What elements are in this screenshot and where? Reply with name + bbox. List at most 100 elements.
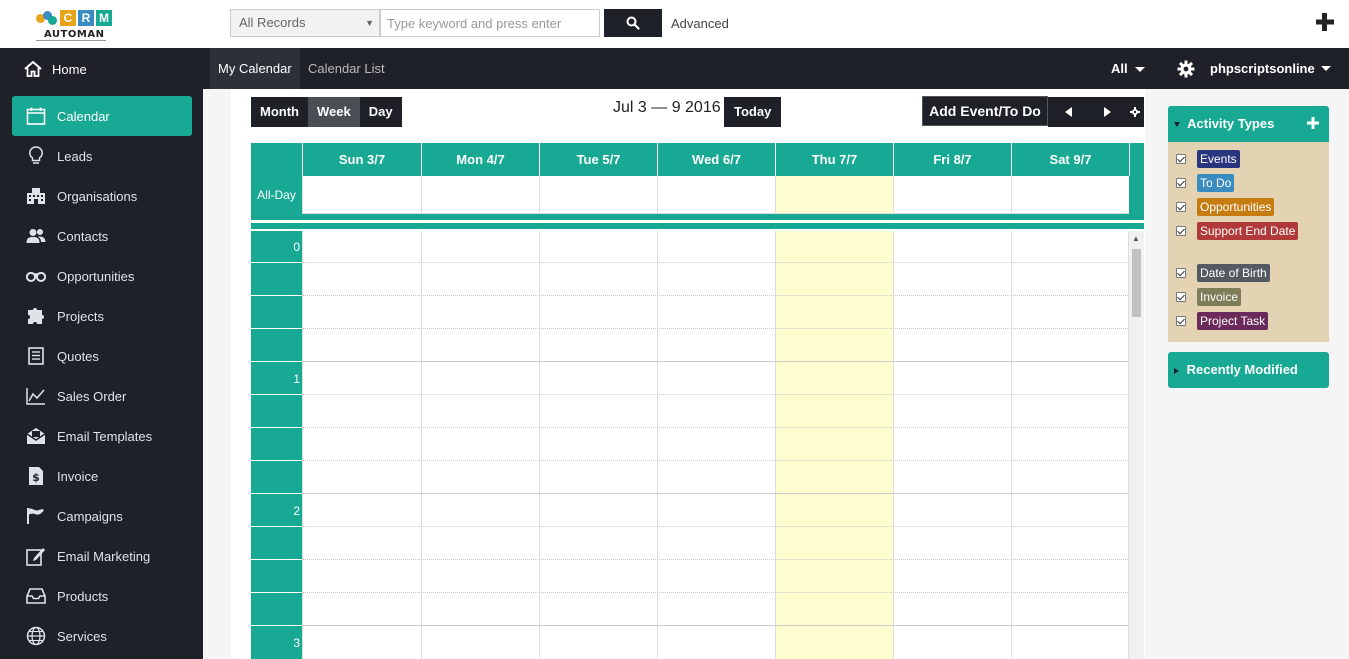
- checkbox-checked-icon[interactable]: [1176, 178, 1186, 188]
- user-menu[interactable]: phpscriptsonline: [1177, 48, 1331, 89]
- activity-type-label: Project Task: [1197, 312, 1269, 330]
- sidebar-item-sales-order[interactable]: Sales Order: [12, 376, 192, 416]
- activity-type-label: Date of Birth: [1197, 264, 1270, 282]
- day-header-sat: Sat 9/7: [1011, 143, 1129, 176]
- prev-week-button[interactable]: [1048, 97, 1088, 127]
- gutter-line: [251, 328, 302, 329]
- grid-scrollbar[interactable]: ▲: [1129, 231, 1144, 659]
- activity-type-support-end-date[interactable]: Support End Date: [1176, 222, 1299, 240]
- sidebar-item-home[interactable]: Home: [0, 48, 203, 90]
- gutter-line: [251, 394, 302, 395]
- chart-line-icon: [26, 386, 46, 406]
- building-icon: [26, 186, 46, 206]
- activity-type-label: Support End Date: [1197, 222, 1299, 240]
- day-header-mon: Mon 4/7: [421, 143, 539, 176]
- gear-icon: [1130, 107, 1140, 117]
- sidebar-item-services[interactable]: Services: [12, 616, 192, 656]
- all-day-label: All-Day: [251, 176, 302, 214]
- gutter-line: [251, 625, 302, 626]
- slot-line: [302, 526, 1128, 527]
- gutter-line: [251, 559, 302, 560]
- sidebar-item-email-templates[interactable]: Email Templates: [12, 416, 192, 456]
- sidebar-item-email-marketing[interactable]: Email Marketing: [12, 536, 192, 576]
- hour-label-2: 2: [293, 504, 300, 518]
- checkbox-checked-icon[interactable]: [1176, 292, 1186, 302]
- sidebar-item-calendar[interactable]: Calendar: [12, 96, 192, 136]
- calendar-icon: [26, 106, 46, 126]
- app-logo[interactable]: C R M AUTOMAN: [36, 9, 114, 43]
- sidebar-item-opportunities[interactable]: Opportunities: [12, 256, 192, 296]
- filter-all-dropdown[interactable]: All: [1111, 48, 1146, 89]
- activity-type-project-task[interactable]: Project Task: [1176, 312, 1269, 330]
- checkbox-checked-icon[interactable]: [1176, 202, 1186, 212]
- sidebar-item-campaigns[interactable]: Campaigns: [12, 496, 192, 536]
- sidebar-item-leads[interactable]: Leads: [12, 136, 192, 176]
- sidebar-item-invoice[interactable]: $ Invoice: [12, 456, 192, 496]
- activity-type-label: Opportunities: [1197, 198, 1275, 216]
- gutter-line: [251, 427, 302, 428]
- slot-line: [302, 262, 1128, 263]
- sidebar-item-products[interactable]: Products: [12, 576, 192, 616]
- all-day-cell[interactable]: [893, 176, 1011, 214]
- svg-text:$: $: [32, 471, 40, 484]
- sidebar-item-organisations[interactable]: Organisations: [12, 176, 192, 216]
- document-icon: [26, 346, 46, 366]
- sidebar-item-projects[interactable]: Projects: [12, 296, 192, 336]
- view-week-button[interactable]: Week: [307, 97, 360, 127]
- all-day-cell[interactable]: [1011, 176, 1129, 214]
- add-activity-type-icon[interactable]: [1307, 117, 1319, 129]
- gutter-line: [251, 361, 302, 362]
- next-week-button[interactable]: [1088, 97, 1128, 127]
- scroll-thumb[interactable]: [1132, 249, 1141, 317]
- sidebar-item-label: Email Templates: [57, 428, 153, 444]
- sidebar-item-label: Services: [57, 628, 107, 644]
- flag-icon: [26, 506, 46, 526]
- all-day-cell-today[interactable]: [775, 176, 893, 214]
- inbox-icon: [26, 586, 46, 606]
- sidebar-item-label: Projects: [57, 308, 104, 324]
- day-header-spacer: [1129, 143, 1144, 176]
- calendar-settings-button[interactable]: [1126, 97, 1144, 127]
- sidebar-item-label: Products: [57, 588, 109, 604]
- sidebar-item-label: Organisations: [57, 188, 138, 204]
- search-scope-select[interactable]: All Records ▼: [230, 9, 380, 37]
- all-day-cell[interactable]: [539, 176, 657, 214]
- activity-type-date-of-birth[interactable]: Date of Birth: [1176, 264, 1270, 282]
- checkbox-checked-icon[interactable]: [1176, 154, 1186, 164]
- activity-type-opportunities[interactable]: Opportunities: [1176, 198, 1275, 216]
- quick-create-button[interactable]: [1314, 11, 1336, 33]
- checkbox-checked-icon[interactable]: [1176, 316, 1186, 326]
- sidebar-item-contacts[interactable]: Contacts: [12, 216, 192, 256]
- view-month-button[interactable]: Month: [251, 97, 308, 127]
- add-event-button[interactable]: Add Event/To Do: [922, 96, 1048, 126]
- activity-types-header[interactable]: Activity Types: [1168, 106, 1329, 142]
- tab-calendar-list[interactable]: Calendar List: [308, 48, 385, 89]
- advanced-search-link[interactable]: Advanced: [671, 16, 729, 31]
- recently-modified-panel[interactable]: Recently Modified: [1168, 352, 1329, 388]
- sidebar-item-quotes[interactable]: Quotes: [12, 336, 192, 376]
- users-icon: [26, 226, 46, 246]
- today-button[interactable]: Today: [724, 97, 782, 127]
- activity-type-invoice[interactable]: Invoice: [1176, 288, 1242, 306]
- hour-line: [302, 625, 1128, 626]
- activity-type-todo[interactable]: To Do: [1176, 174, 1235, 192]
- all-day-cell[interactable]: [302, 176, 421, 214]
- activity-types-list: Events To Do Opportunities Support End D…: [1168, 142, 1329, 342]
- tab-my-calendar[interactable]: My Calendar: [210, 48, 300, 89]
- all-day-cell[interactable]: [657, 176, 775, 214]
- day-header-tue: Tue 5/7: [539, 143, 657, 176]
- search-button[interactable]: [604, 9, 662, 37]
- view-day-button[interactable]: Day: [359, 97, 402, 127]
- sidebar-item-label: Calendar: [57, 108, 110, 124]
- calendar-nav-bar: My Calendar Calendar List All phpscripts…: [203, 48, 1349, 89]
- week-grid: Sun 3/7 Mon 4/7 Tue 5/7 Wed 6/7 Thu 7/7 …: [251, 143, 1144, 659]
- scroll-up-icon[interactable]: ▲: [1132, 234, 1140, 243]
- all-day-cell[interactable]: [421, 176, 539, 214]
- gutter-line: [251, 262, 302, 263]
- logo-letter-m: M: [96, 10, 112, 26]
- checkbox-checked-icon[interactable]: [1176, 226, 1186, 236]
- search-input[interactable]: [380, 9, 600, 37]
- slot-line: [302, 427, 1128, 428]
- activity-type-events[interactable]: Events: [1176, 150, 1240, 168]
- checkbox-checked-icon[interactable]: [1176, 268, 1186, 278]
